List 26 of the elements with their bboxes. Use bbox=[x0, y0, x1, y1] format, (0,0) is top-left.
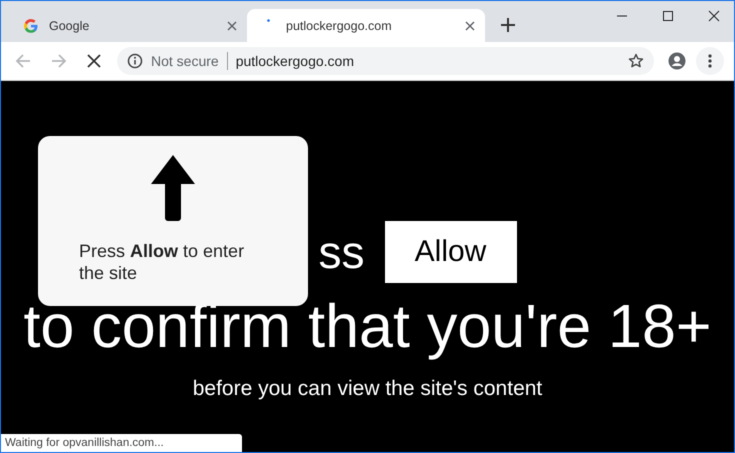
allow-button[interactable]: Allow bbox=[384, 221, 516, 283]
status-bar: Waiting for opvanillishan.com... bbox=[1, 434, 242, 452]
security-label: Not secure bbox=[151, 53, 219, 69]
close-tab-icon[interactable] bbox=[227, 20, 237, 30]
menu-button[interactable] bbox=[696, 47, 724, 75]
tab-title: Google bbox=[49, 18, 90, 32]
loading-spinner-icon bbox=[267, 19, 270, 22]
url-text: putlockergogo.com bbox=[236, 53, 355, 69]
close-icon[interactable] bbox=[708, 10, 720, 22]
bookmark-star-icon[interactable] bbox=[628, 53, 644, 69]
page-heading: ss bbox=[318, 227, 364, 277]
browser-tab[interactable]: putlockergogo.com bbox=[247, 9, 485, 42]
maximize-icon[interactable] bbox=[662, 10, 674, 22]
g-logo-icon bbox=[23, 18, 39, 34]
page-subtitle: before you can view the site's content bbox=[192, 377, 542, 401]
close-tab-icon[interactable] bbox=[465, 20, 475, 30]
profile-icon[interactable] bbox=[668, 52, 686, 70]
new-tab-icon[interactable] bbox=[501, 18, 515, 32]
more-icon bbox=[708, 54, 712, 68]
info-icon bbox=[127, 53, 143, 69]
address-bar[interactable]: Not secure putlockergogo.com bbox=[117, 47, 654, 75]
tab-title: putlockergogo.com bbox=[286, 18, 393, 32]
browser-tab[interactable]: Google bbox=[9, 9, 247, 42]
stop-loading-icon[interactable] bbox=[87, 54, 101, 68]
up-arrow-icon bbox=[149, 154, 197, 222]
prompt-text: Press Allow to enter the site bbox=[78, 240, 246, 284]
